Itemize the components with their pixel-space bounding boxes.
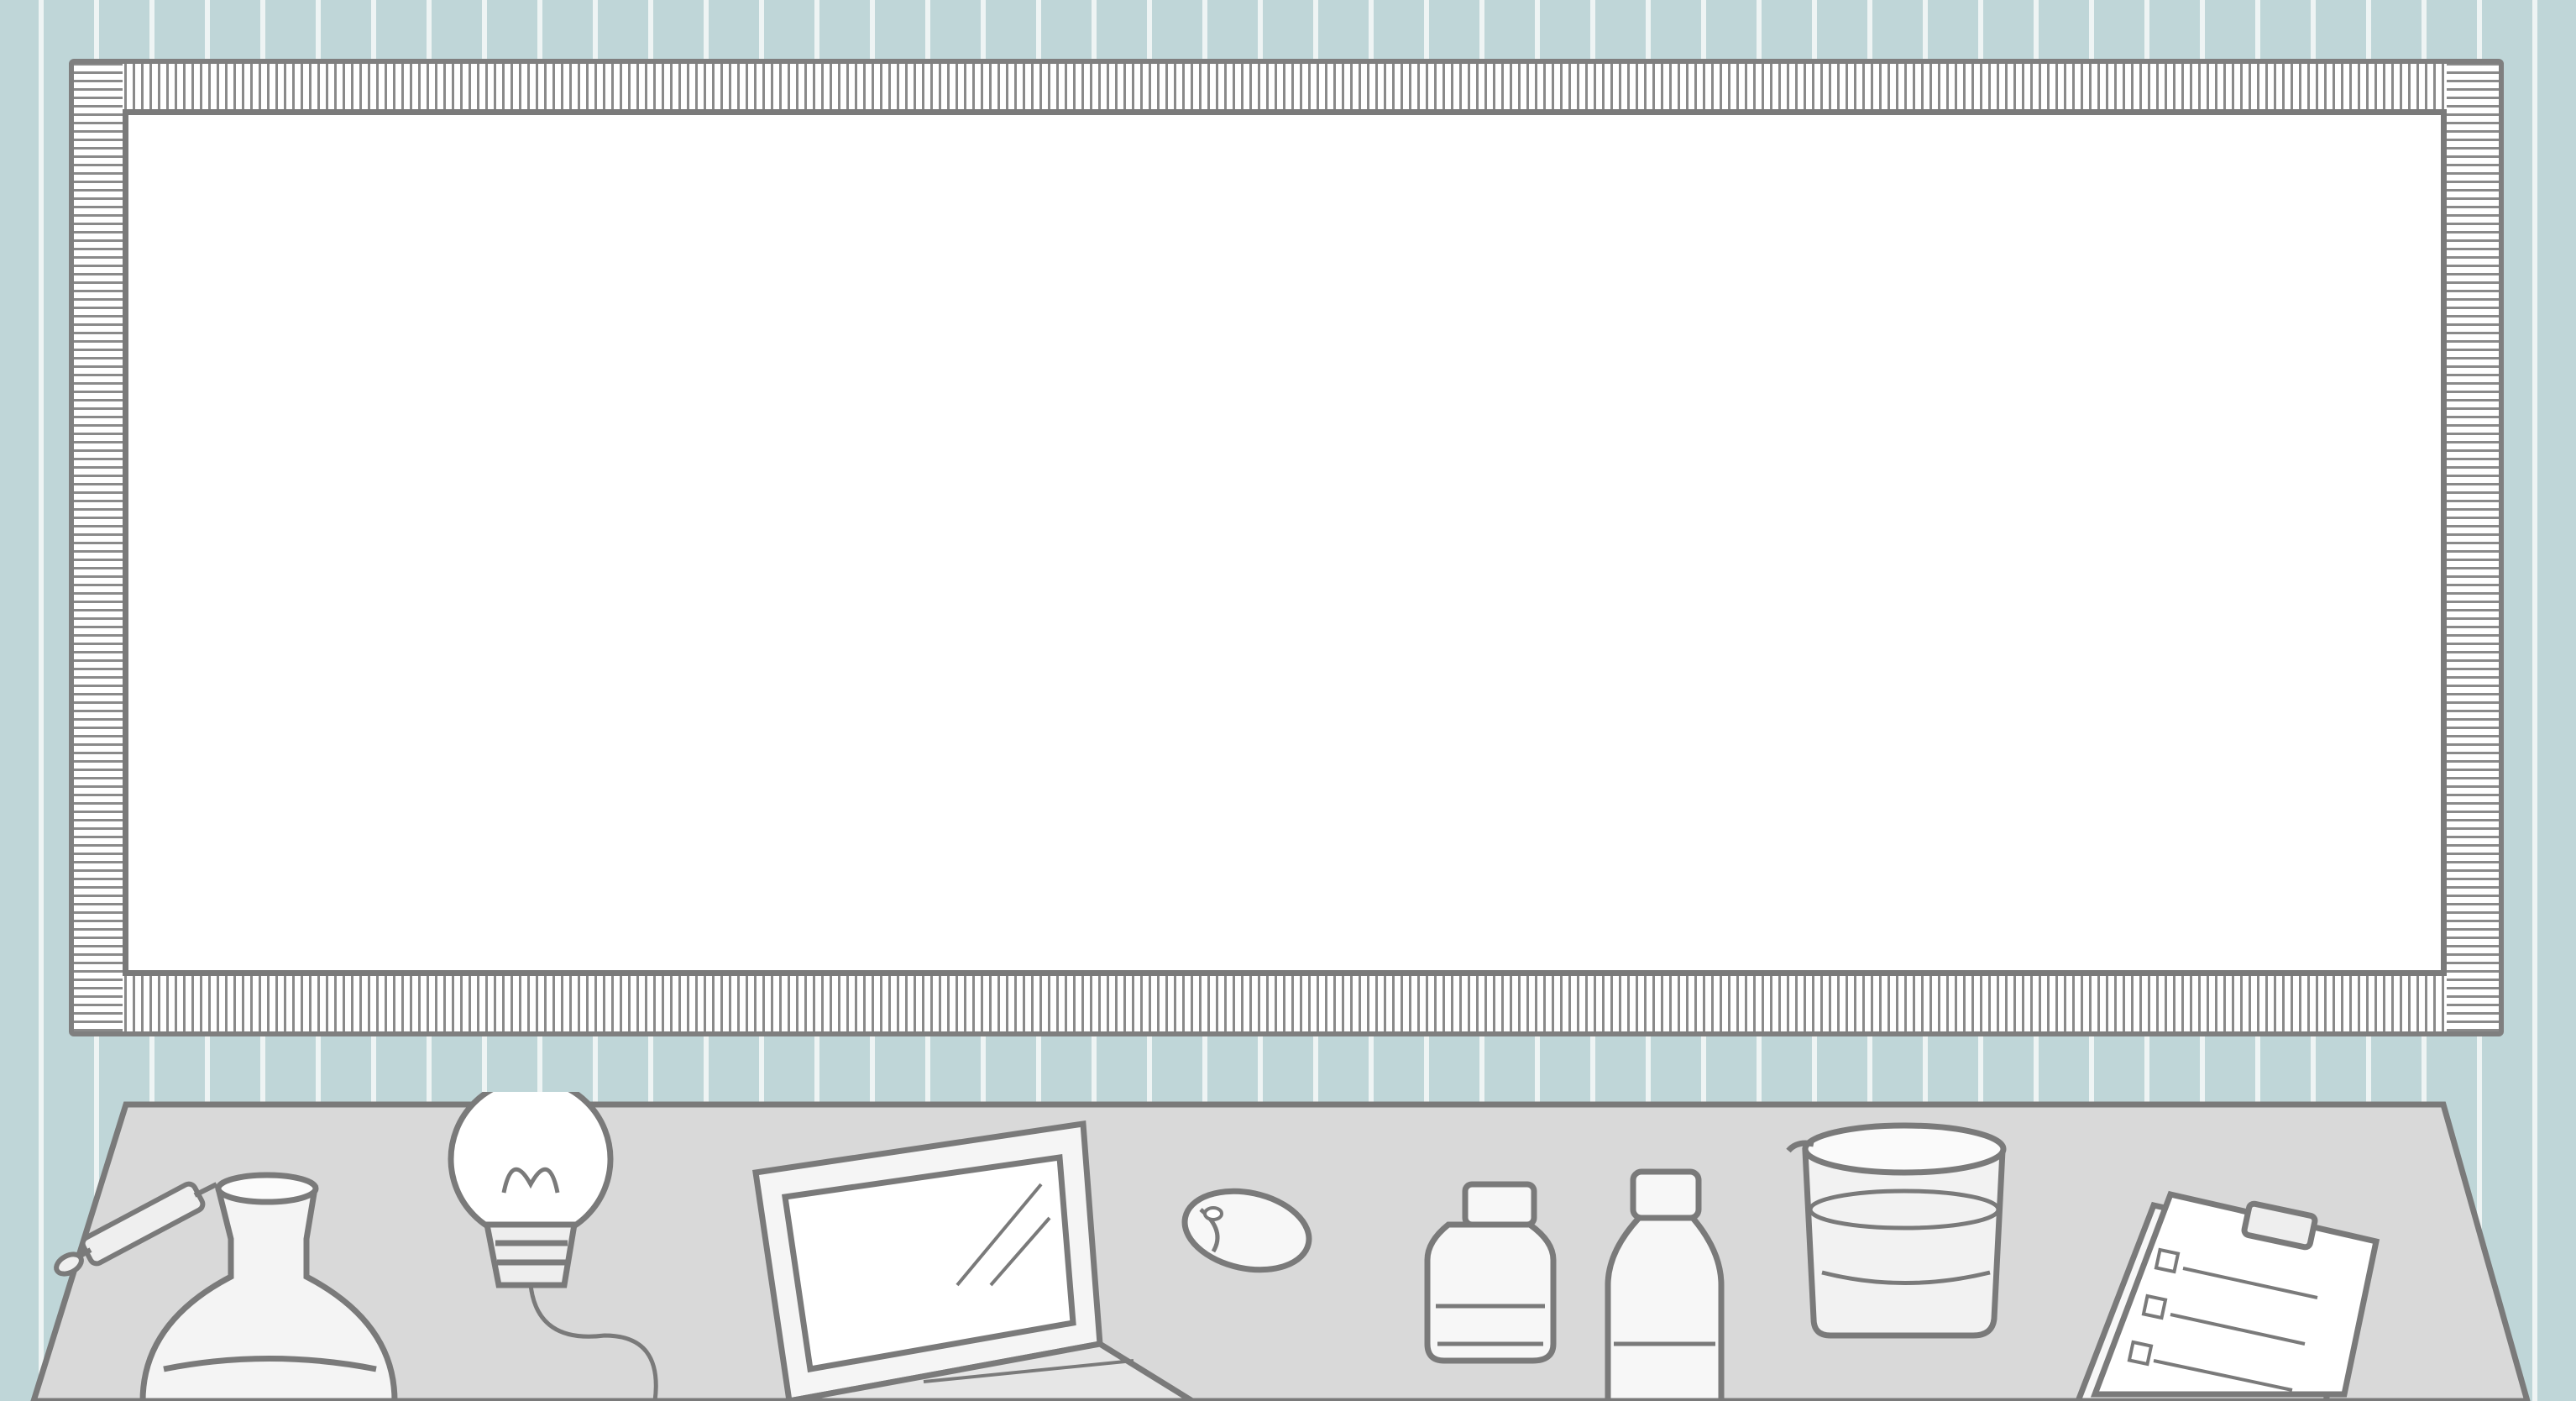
whiteboard-surface xyxy=(123,109,2447,976)
lab-desk xyxy=(0,1092,2576,1401)
frame-right xyxy=(2447,64,2499,1031)
frame-left xyxy=(74,64,123,1031)
frame-top xyxy=(74,64,2499,109)
whiteboard xyxy=(69,59,2504,1036)
beaker-icon xyxy=(1786,1122,2007,1339)
desk-illustration xyxy=(30,1092,2531,1401)
frame-bottom xyxy=(74,976,2499,1031)
